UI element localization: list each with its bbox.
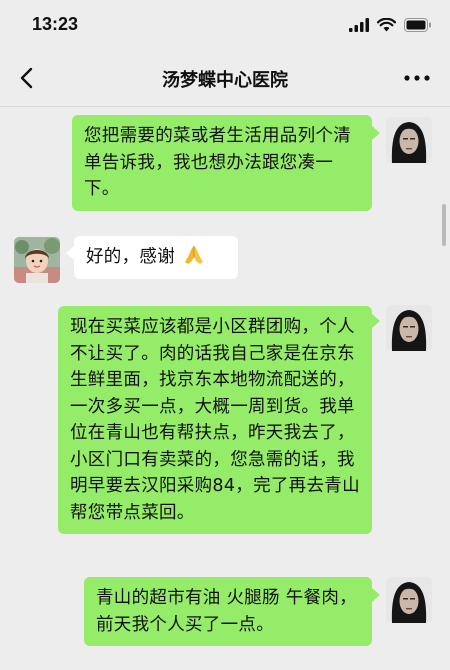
- message-bubble-outgoing[interactable]: 现在买菜应该都是小区群团购，个人不让买了。肉的话我自己家是在京东生鲜里面，找京东…: [58, 306, 372, 534]
- bubble-tail: [66, 246, 74, 260]
- nav-bar: 汤梦蝶中心医院: [0, 52, 450, 106]
- portrait-avatar-icon: [386, 305, 432, 351]
- portrait-avatar-icon: [386, 577, 432, 623]
- more-dots-icon: [404, 75, 430, 81]
- status-time: 13:23: [32, 14, 79, 34]
- message-text: 现在买菜应该都是小区群团购，个人不让买了。肉的话我自己家是在京东生鲜里面，找京东…: [70, 317, 360, 523]
- message-text: 您把需要的菜或者生活用品列个清单告诉我，我也想办法跟您凑一下。: [84, 126, 351, 199]
- header-divider: [0, 106, 450, 107]
- chat-title: 汤梦蝶中心医院: [162, 70, 288, 91]
- bubble-tail: [372, 314, 380, 328]
- signal-icon: [349, 18, 369, 32]
- my-avatar[interactable]: [386, 577, 432, 623]
- child-photo-avatar-icon: [14, 237, 60, 283]
- message-text: 青山的超市有油 火腿肠 午餐肉，前天我个人买了一点。: [96, 588, 357, 635]
- more-button[interactable]: [402, 66, 432, 90]
- bubble-tail: [372, 126, 380, 140]
- chat-scrollbar[interactable]: [442, 204, 446, 246]
- message-bubble-outgoing[interactable]: 青山的超市有油 火腿肠 午餐肉，前天我个人买了一点。: [84, 577, 372, 646]
- status-icons: [349, 18, 432, 32]
- my-avatar[interactable]: [386, 305, 432, 351]
- message-text: 好的，感谢: [86, 247, 175, 267]
- wifi-icon: [377, 18, 396, 32]
- message-bubble-incoming[interactable]: 好的，感谢: [74, 236, 238, 279]
- message-bubble-outgoing[interactable]: 您把需要的菜或者生活用品列个清单告诉我，我也想办法跟您凑一下。: [72, 115, 372, 211]
- my-avatar[interactable]: [386, 117, 432, 163]
- bubble-tail: [372, 588, 380, 602]
- status-bar: 13:23: [0, 0, 450, 52]
- battery-icon: [404, 18, 431, 32]
- portrait-avatar-icon: [386, 117, 432, 163]
- contact-avatar[interactable]: [14, 237, 60, 283]
- folded-hands-emoji-icon: [184, 246, 203, 264]
